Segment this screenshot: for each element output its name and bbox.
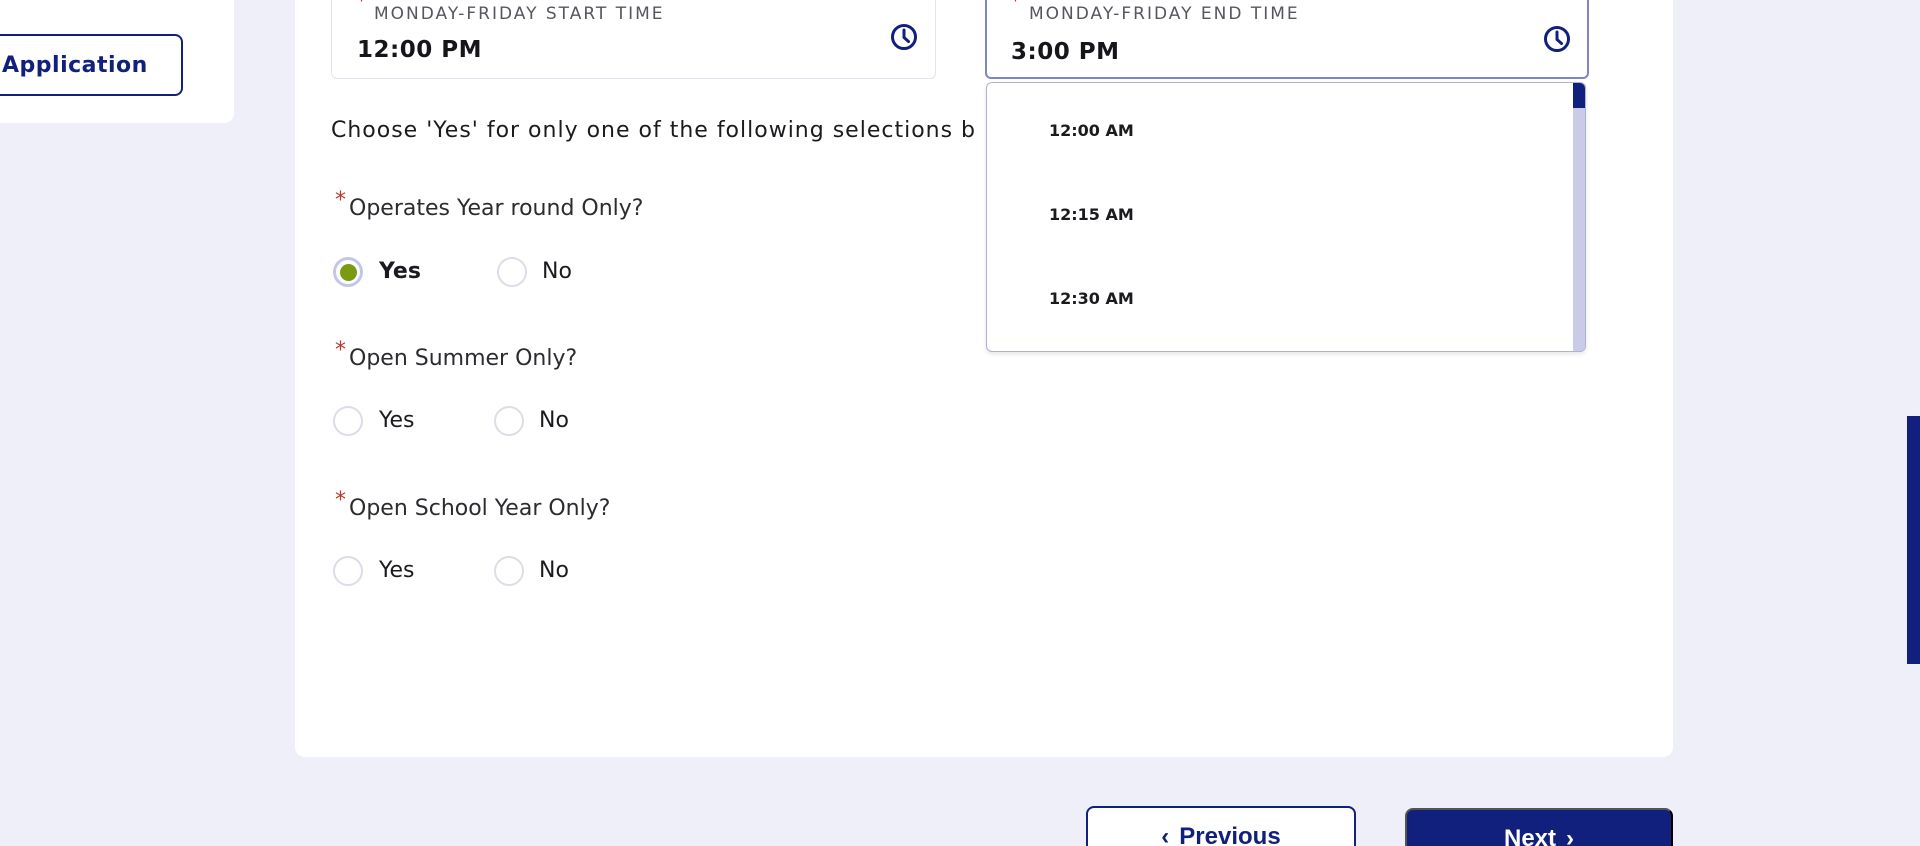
instruction-text: Choose 'Yes' for only one of the followi… (331, 118, 977, 143)
school-year-no-label[interactable]: No (539, 558, 569, 583)
previous-button[interactable]: ‹ Previous (1086, 806, 1356, 846)
end-time-label: MONDAY-FRIDAY END TIME (1029, 4, 1300, 24)
required-asterisk: * (335, 488, 346, 513)
summer-yes-radio[interactable] (333, 406, 363, 436)
end-time-field[interactable]: * MONDAY-FRIDAY END TIME 3:00 PM (985, 0, 1589, 79)
next-button[interactable]: Next › (1405, 808, 1673, 846)
chevron-right-icon: › (1566, 825, 1575, 846)
radio-selected-dot (340, 264, 357, 281)
dropdown-option[interactable]: 12:30 AM (1049, 289, 1134, 308)
required-asterisk: * (335, 188, 346, 213)
clock-icon[interactable] (1542, 24, 1572, 54)
year-round-yes-label[interactable]: Yes (379, 259, 421, 284)
school-year-yes-radio[interactable] (333, 556, 363, 586)
end-time-dropdown[interactable]: 12:00 AM 12:15 AM 12:30 AM (986, 82, 1586, 352)
year-round-no-label[interactable]: No (542, 259, 572, 284)
dropdown-scrollbar[interactable] (1573, 83, 1585, 351)
dropdown-scrollbar-thumb[interactable] (1573, 83, 1585, 108)
summer-no-label[interactable]: No (539, 408, 569, 433)
next-label: Next (1503, 825, 1557, 846)
clock-icon[interactable] (889, 22, 919, 52)
application-button[interactable]: Application (0, 34, 183, 96)
question-label: Open Summer Only? (349, 346, 578, 371)
start-time-field[interactable]: * MONDAY-FRIDAY START TIME 12:00 PM (331, 0, 936, 79)
page: Application * MONDAY-FRIDAY START TIME 1… (0, 0, 1920, 846)
required-asterisk: * (1010, 0, 1021, 14)
required-asterisk: * (356, 0, 367, 14)
year-round-yes-radio[interactable] (333, 257, 363, 287)
school-year-yes-label[interactable]: Yes (379, 558, 415, 583)
dropdown-option[interactable]: 12:00 AM (1049, 121, 1134, 140)
start-time-label: MONDAY-FRIDAY START TIME (374, 4, 665, 24)
school-year-no-radio[interactable] (494, 556, 524, 586)
page-scrollbar-thumb[interactable] (1907, 416, 1920, 664)
summer-yes-label[interactable]: Yes (379, 408, 415, 433)
chevron-left-icon: ‹ (1161, 823, 1170, 846)
previous-label: Previous (1179, 823, 1281, 846)
question-label: Operates Year round Only? (349, 196, 644, 221)
year-round-no-radio[interactable] (497, 257, 527, 287)
summer-no-radio[interactable] (494, 406, 524, 436)
dropdown-option[interactable]: 12:15 AM (1049, 205, 1134, 224)
required-asterisk: * (335, 338, 346, 363)
question-label: Open School Year Only? (349, 496, 611, 521)
start-time-value[interactable]: 12:00 PM (357, 37, 482, 63)
end-time-value[interactable]: 3:00 PM (1011, 39, 1119, 65)
